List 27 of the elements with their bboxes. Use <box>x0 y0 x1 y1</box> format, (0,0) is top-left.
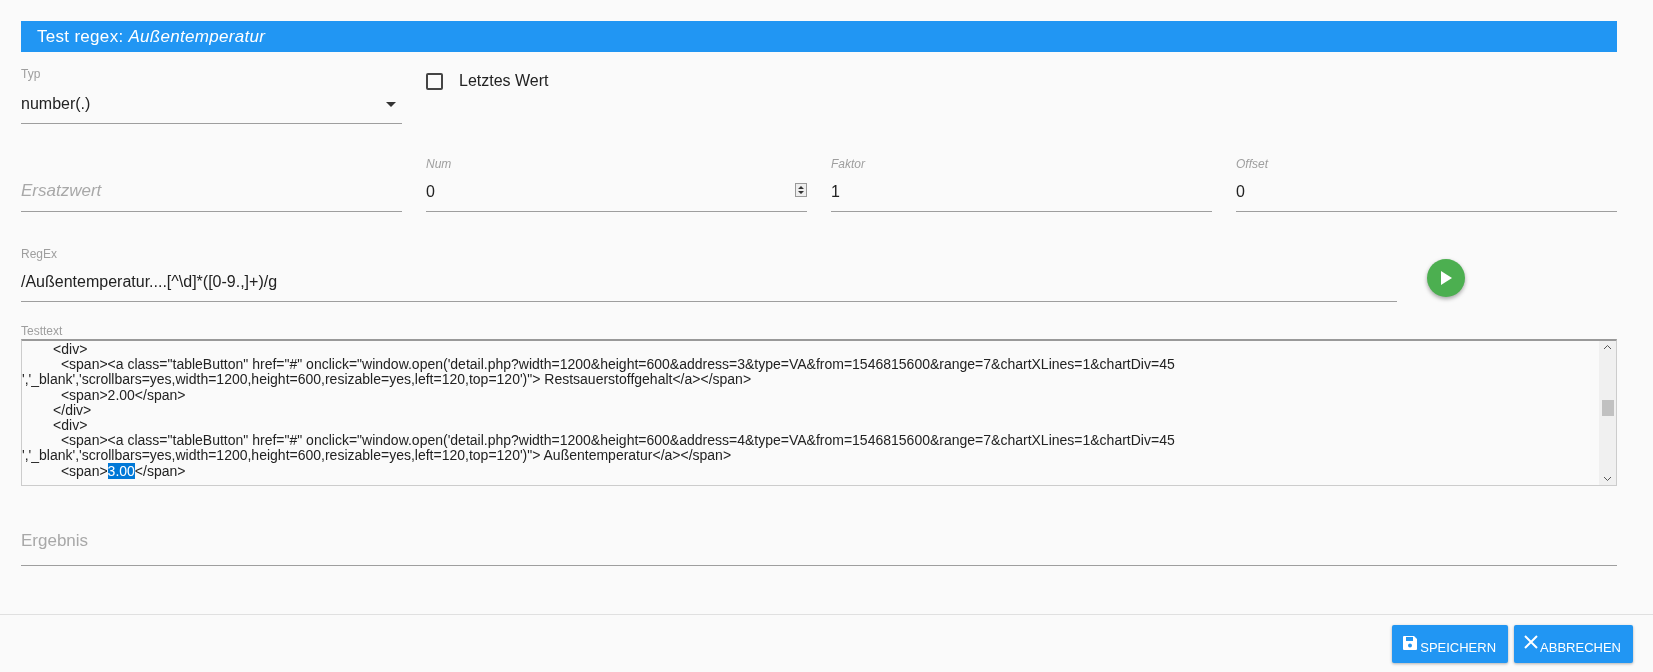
code-line: </div> <box>52 402 92 418</box>
field-label: Num <box>426 157 453 171</box>
input-field[interactable]: Faktor 1 <box>831 152 1212 212</box>
field-value: 1 <box>831 183 840 201</box>
input-field[interactable]: Offset 0 <box>1236 152 1617 212</box>
code-line: <span><a class="tableButton" href="#" onclick="window.open('detail.php?width=1200&height=600&address=4&type=VA&from=1546815600&range=7&chartXLines=1&chartDiv=45 <box>60 433 1176 449</box>
code-line: ','_blank','scrollbars=yes,width=1200,height=600,resizable=yes,left=120,top=120')"> Restsauerstoffgehalt</a></span> <box>22 372 752 388</box>
checkbox-label: Letztes Wert <box>459 72 549 90</box>
field-value: /Außentemperatur....[^\d]*([0-9.,]+)/g <box>21 273 278 291</box>
field-label: Offset <box>1236 157 1270 171</box>
field-label: RegEx <box>21 247 59 261</box>
code-line: <span>2.00</span> <box>60 387 186 403</box>
code-line: <span><a class="tableButton" href="#" onclick="window.open('detail.php?width=1200&height=600&address=3&type=VA&from=1546815600&range=7&chartXLines=1&chartDiv=45 <box>60 357 1176 373</box>
field-label: Faktor <box>831 157 867 171</box>
code-line: ','_blank','scrollbars=yes,width=1200,height=600,resizable=yes,left=120,top=120')"> Außentemperatur</a></span> <box>22 448 732 464</box>
code-line: <div> <box>52 342 89 358</box>
field-value: 0 <box>426 183 435 201</box>
select-value: number(.) <box>21 95 91 113</box>
field-label: Typ <box>21 67 42 81</box>
field-placeholder: Ergebnis <box>21 531 90 551</box>
input-field[interactable]: Num 0 <box>426 152 807 212</box>
field-value: 0 <box>1236 183 1245 201</box>
field-placeholder: Ersatzwert <box>21 181 103 201</box>
code-line: <div> <box>52 418 89 434</box>
field-label: Testtext <box>21 324 64 338</box>
dialog-title: Test regex: Außentemperatur <box>21 21 1617 52</box>
type-select[interactable]: Typ number(.) <box>21 52 402 124</box>
